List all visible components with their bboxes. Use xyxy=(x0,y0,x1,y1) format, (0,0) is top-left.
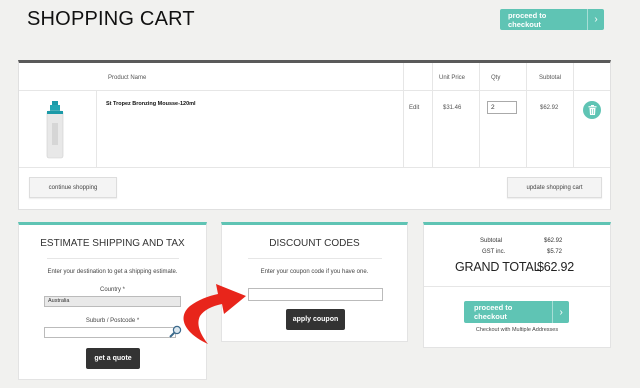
divider xyxy=(96,90,97,167)
multiple-addresses-link[interactable]: Checkout with Multiple Addresses xyxy=(424,327,610,333)
cart-table: Product Name Unit Price Qty Subtotal St … xyxy=(18,60,611,210)
column-header-unit-price: Unit Price xyxy=(439,75,466,81)
divider xyxy=(479,63,480,167)
trash-icon xyxy=(588,105,596,115)
chevron-right-icon: › xyxy=(559,306,563,318)
divider xyxy=(403,63,404,167)
checkout-label: proceed to checkout xyxy=(508,10,547,29)
divider xyxy=(47,258,179,259)
update-shopping-cart-button[interactable]: update shopping cart xyxy=(507,177,602,198)
edit-link[interactable]: Edit xyxy=(409,105,419,111)
continue-shopping-button[interactable]: continue shopping xyxy=(29,177,117,198)
page-title: SHOPPING CART xyxy=(27,8,195,30)
product-name-link[interactable]: St Tropez Bronzing Mousse-120ml xyxy=(106,101,196,107)
divider xyxy=(19,90,610,91)
discount-intro: Enter your coupon code if you have one. xyxy=(260,269,369,275)
gst-value: $5.72 xyxy=(547,249,563,255)
divider xyxy=(432,63,433,167)
suburb-postcode-input[interactable] xyxy=(44,327,176,338)
proceed-to-checkout-button[interactable]: proceed to checkout › xyxy=(500,9,604,30)
proceed-to-checkout-button[interactable]: proceed to checkout › xyxy=(464,301,569,323)
row-subtotal: $62.92 xyxy=(540,105,559,111)
cart-totals-panel: Subtotal $62.92 GST inc. $5.72 GRAND TOT… xyxy=(423,222,611,348)
gst-label: GST inc. xyxy=(482,249,506,255)
subtotal-label: Subtotal xyxy=(480,238,503,244)
column-header-product: Product Name xyxy=(108,75,147,81)
chevron-right-icon: › xyxy=(594,14,598,25)
get-a-quote-button[interactable]: get a quote xyxy=(86,348,140,369)
estimate-shipping-title: ESTIMATE SHIPPING AND TAX xyxy=(40,238,185,249)
coupon-code-input[interactable] xyxy=(248,288,383,301)
quantity-input[interactable]: 2 xyxy=(487,101,517,114)
curved-arrow-icon xyxy=(183,284,246,344)
divider xyxy=(248,258,382,259)
grand-total-value: $62.92 xyxy=(537,260,575,274)
subtotal-value: $62.92 xyxy=(544,238,563,244)
apply-coupon-button[interactable]: apply coupon xyxy=(286,309,345,330)
divider xyxy=(424,286,610,287)
checkout-label: proceed to checkout xyxy=(474,303,513,321)
product-image[interactable] xyxy=(44,101,66,159)
column-header-subtotal: Subtotal xyxy=(539,75,562,81)
discount-codes-panel: DISCOUNT CODES Enter your coupon code if… xyxy=(221,222,408,342)
grand-total-label: GRAND TOTAL xyxy=(455,260,541,274)
country-select[interactable]: Australia xyxy=(44,296,181,307)
discount-codes-title: DISCOUNT CODES xyxy=(269,238,360,249)
column-header-qty: Qty xyxy=(491,75,501,81)
remove-item-button[interactable] xyxy=(583,101,601,119)
divider xyxy=(19,167,610,168)
unit-price: $31.46 xyxy=(443,105,462,111)
divider xyxy=(526,63,527,167)
divider xyxy=(573,63,574,167)
